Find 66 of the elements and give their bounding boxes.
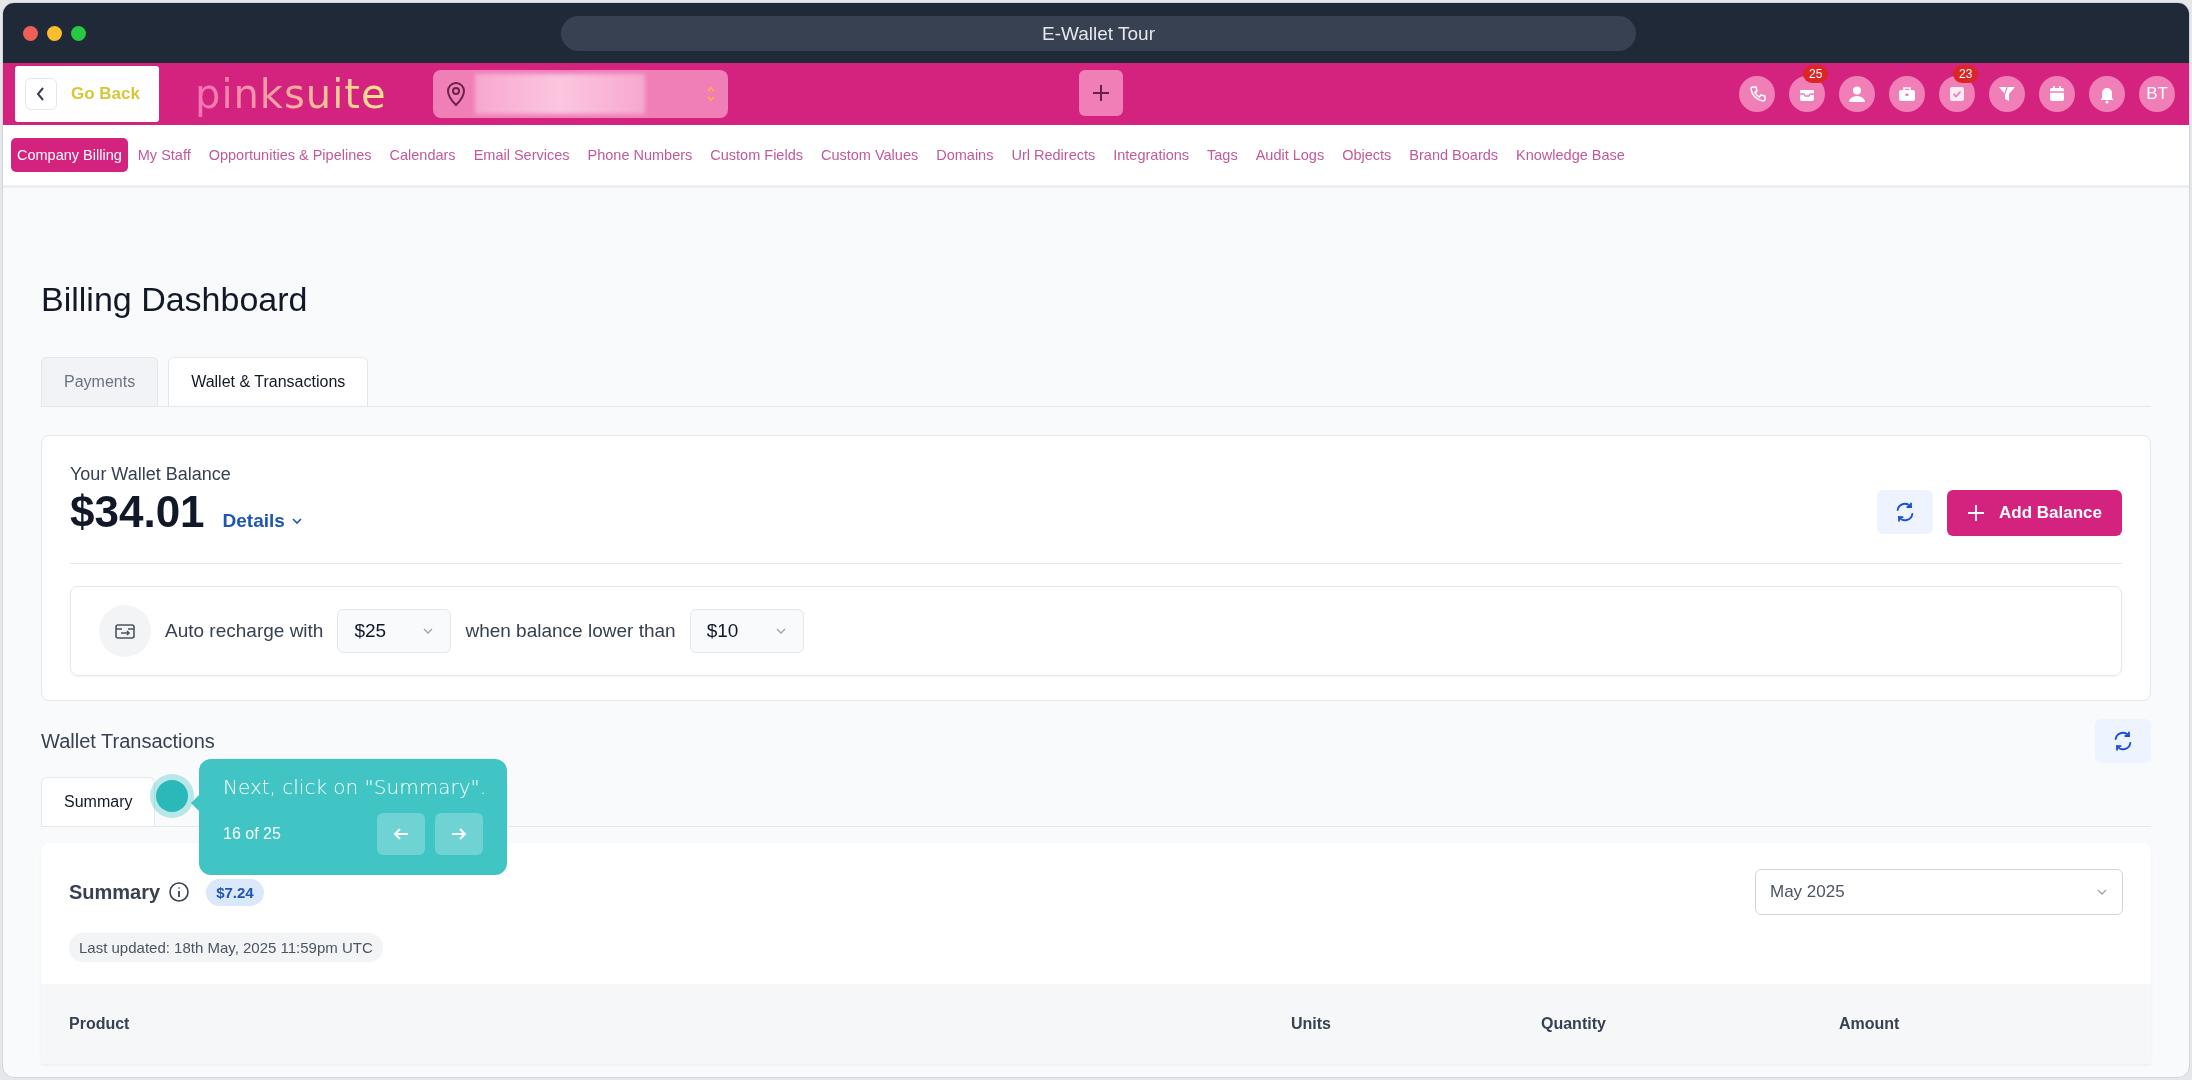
refresh-icon (1894, 501, 1916, 523)
auto-recharge-label: Auto recharge with (165, 620, 324, 642)
wallet-label: Your Wallet Balance (70, 464, 232, 485)
page-title: Billing Dashboard (41, 280, 309, 319)
tour-text: Next, click on "Summary". (223, 775, 483, 799)
nav-tab[interactable]: Url Redirects (1003, 139, 1104, 171)
plus-icon (1091, 83, 1111, 103)
nav-tab[interactable]: Objects (1334, 139, 1400, 171)
window-title: E-Wallet Tour (561, 16, 1636, 51)
tab[interactable]: Summary (41, 777, 156, 826)
refresh-icon (2112, 730, 2134, 752)
notification-badge: 25 (1803, 65, 1829, 83)
nav-tab[interactable]: Domains (928, 139, 1002, 171)
wallet-balance: $34.01 (70, 487, 205, 537)
nav-tab[interactable]: Integrations (1105, 139, 1197, 171)
threshold-label: when balance lower than (465, 620, 676, 642)
map-pin-icon (444, 81, 467, 107)
nav-tab[interactable]: Phone Numbers (579, 139, 701, 171)
column-header: Amount (1839, 1015, 1901, 1033)
chevron-left-icon (35, 86, 47, 102)
tour-step-counter: 16 of 25 (223, 825, 281, 843)
refresh-button[interactable] (1877, 490, 1933, 534)
phone-button[interactable] (1739, 76, 1775, 112)
nav-tab[interactable]: Knowledge Base (1508, 139, 1633, 171)
column-header: Product (69, 1015, 131, 1033)
summary-title: Summary (69, 880, 161, 904)
section-title: Wallet Transactions (41, 729, 215, 753)
plus-icon (1967, 504, 1985, 522)
nav-tab[interactable]: Custom Fields (702, 139, 811, 171)
column-header: Units (1291, 1015, 1332, 1033)
minimize-window-control[interactable] (47, 25, 62, 41)
task-button[interactable] (1939, 76, 1975, 112)
sort-icon (705, 85, 716, 103)
total-badge: $7.24 (206, 878, 264, 906)
nav-tab[interactable]: Custom Values (812, 139, 927, 171)
threshold-select[interactable]: $10 (689, 609, 804, 653)
user-avatar[interactable]: BT (2139, 76, 2175, 112)
nav-tab[interactable]: Brand Boards (1401, 139, 1507, 171)
month-select[interactable]: May 2025 (1755, 869, 2123, 915)
calendar-button[interactable] (2039, 76, 2075, 112)
info-icon (168, 881, 191, 903)
recharge-amount-select[interactable]: $25 (337, 609, 452, 653)
nav-tab[interactable]: My Staff (129, 139, 199, 171)
inbox-button[interactable] (1789, 76, 1825, 112)
filter-button[interactable] (1989, 76, 2025, 112)
chevron-down-icon (290, 515, 303, 527)
nav-tab[interactable]: Opportunities & Pipelines (200, 139, 380, 171)
nav-tab[interactable]: Calendars (381, 139, 464, 171)
details-link[interactable]: Details (222, 510, 303, 532)
maximize-window-control[interactable] (71, 25, 86, 41)
add-balance-button[interactable]: Add Balance (1947, 490, 2122, 536)
user-button[interactable] (1839, 76, 1875, 112)
notification-badge: 23 (1953, 65, 1979, 83)
last-updated-text: Last updated: 18th May, 2025 11:59pm UTC (69, 933, 383, 962)
nav-tab[interactable]: Company Billing (11, 138, 128, 172)
close-window-control[interactable] (23, 25, 38, 41)
tab[interactable]: Payments (41, 357, 159, 406)
nav-tab[interactable]: Tags (1199, 139, 1246, 171)
nav-tab[interactable]: Audit Logs (1247, 139, 1333, 171)
refresh-button[interactable] (2095, 719, 2151, 763)
nav-tab[interactable]: Email Services (465, 139, 578, 171)
add-button[interactable] (1079, 70, 1123, 116)
bell-button[interactable] (2089, 76, 2125, 112)
tab[interactable]: Wallet & Transactions (168, 357, 369, 406)
briefcase-button[interactable] (1889, 76, 1925, 112)
column-header: Quantity (1541, 1015, 1607, 1033)
